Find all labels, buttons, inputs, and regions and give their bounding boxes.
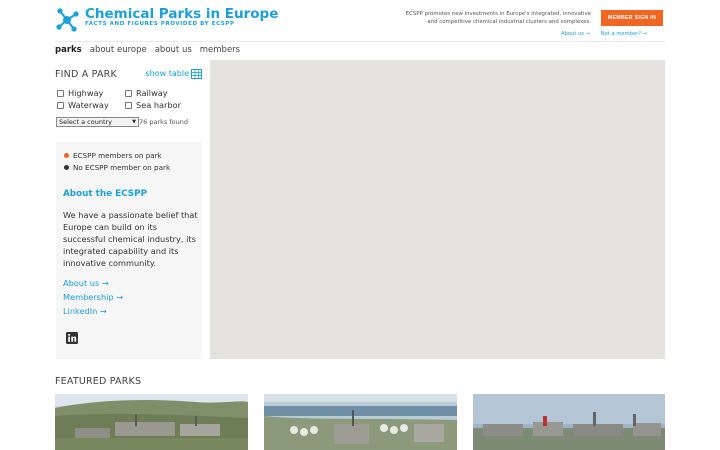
membership-link[interactable]: Membership → [63,292,123,302]
highway-label: Highway [68,88,104,98]
molecule-icon[interactable] [55,7,79,33]
legend-members-label: ECSPP members on park [73,151,162,160]
nav-item-parks[interactable]: parks [55,45,82,55]
waterway-label: Waterway [68,100,109,110]
site-title[interactable]: Chemical Parks in Europe [85,6,278,22]
about-us-link[interactable]: About us → [63,278,109,288]
country-select-value: Select a country [59,118,113,126]
info-panel: ECSPP members on park No ECSPP member on… [56,142,202,359]
site-subtitle: FACTS AND FIGURES PROVIDED BY ECSPP [85,21,235,27]
featured-parks-heading: FEATURED PARKS [55,376,142,387]
linkedin-icon[interactable] [66,332,78,344]
featured-park-image-2[interactable] [264,394,457,450]
orange-dot-icon [64,153,69,158]
park-finder-sidebar: FIND A PARK show table Highway Railway W… [55,60,210,359]
not-a-member-link[interactable]: Not a member? → [601,31,647,37]
about-ecspp-heading: About the ECSPP [63,189,148,199]
legend-non-members-label: No ECSPP member on park [73,163,171,172]
main-nav: parks about europe about us members [55,45,240,55]
about-ecspp-text: We have a passionate belief that Europe … [63,210,198,268]
find-park-heading: FIND A PARK [55,69,117,80]
sea-harbor-label: Sea harbor [136,100,181,110]
site-header: Chemical Parks in Europe FACTS AND FIGUR… [55,6,665,42]
linkedin-link[interactable]: LinkedIn → [63,306,107,316]
parks-found-count: 76 parks found [139,118,188,126]
waterway-checkbox[interactable] [57,101,64,109]
header-about-link[interactable]: About us → [561,31,590,37]
sea-harbor-checkbox[interactable] [125,101,132,109]
featured-park-image-1[interactable] [55,394,248,450]
nav-item-about-europe[interactable]: about europe [90,45,147,55]
legend-members: ECSPP members on park [64,151,162,160]
filter-sea-harbor[interactable]: Sea harbor [125,100,181,110]
member-sign-in-button[interactable]: MEMBER SIGN IN [601,10,663,26]
nav-item-about-us[interactable]: about us [155,45,192,55]
parks-map[interactable] [210,60,665,359]
country-select[interactable]: Select a country ▼ [56,117,139,127]
railway-label: Railway [136,88,168,98]
nav-item-members[interactable]: members [200,45,240,55]
grid-table-icon[interactable] [191,69,202,79]
railway-checkbox[interactable] [125,89,132,97]
highway-checkbox[interactable] [57,89,64,97]
legend-non-members: No ECSPP member on park [64,163,170,172]
header-divider [55,41,665,42]
show-table-link[interactable]: show table [146,69,189,78]
dark-dot-icon [64,165,69,170]
filter-highway[interactable]: Highway [57,88,103,98]
site-tagline: ECSPP promotes new investments in Europe… [405,11,591,25]
filter-railway[interactable]: Railway [125,88,168,98]
filter-waterway[interactable]: Waterway [57,100,109,110]
chevron-down-icon: ▼ [132,119,136,125]
featured-park-image-3[interactable] [473,394,665,450]
